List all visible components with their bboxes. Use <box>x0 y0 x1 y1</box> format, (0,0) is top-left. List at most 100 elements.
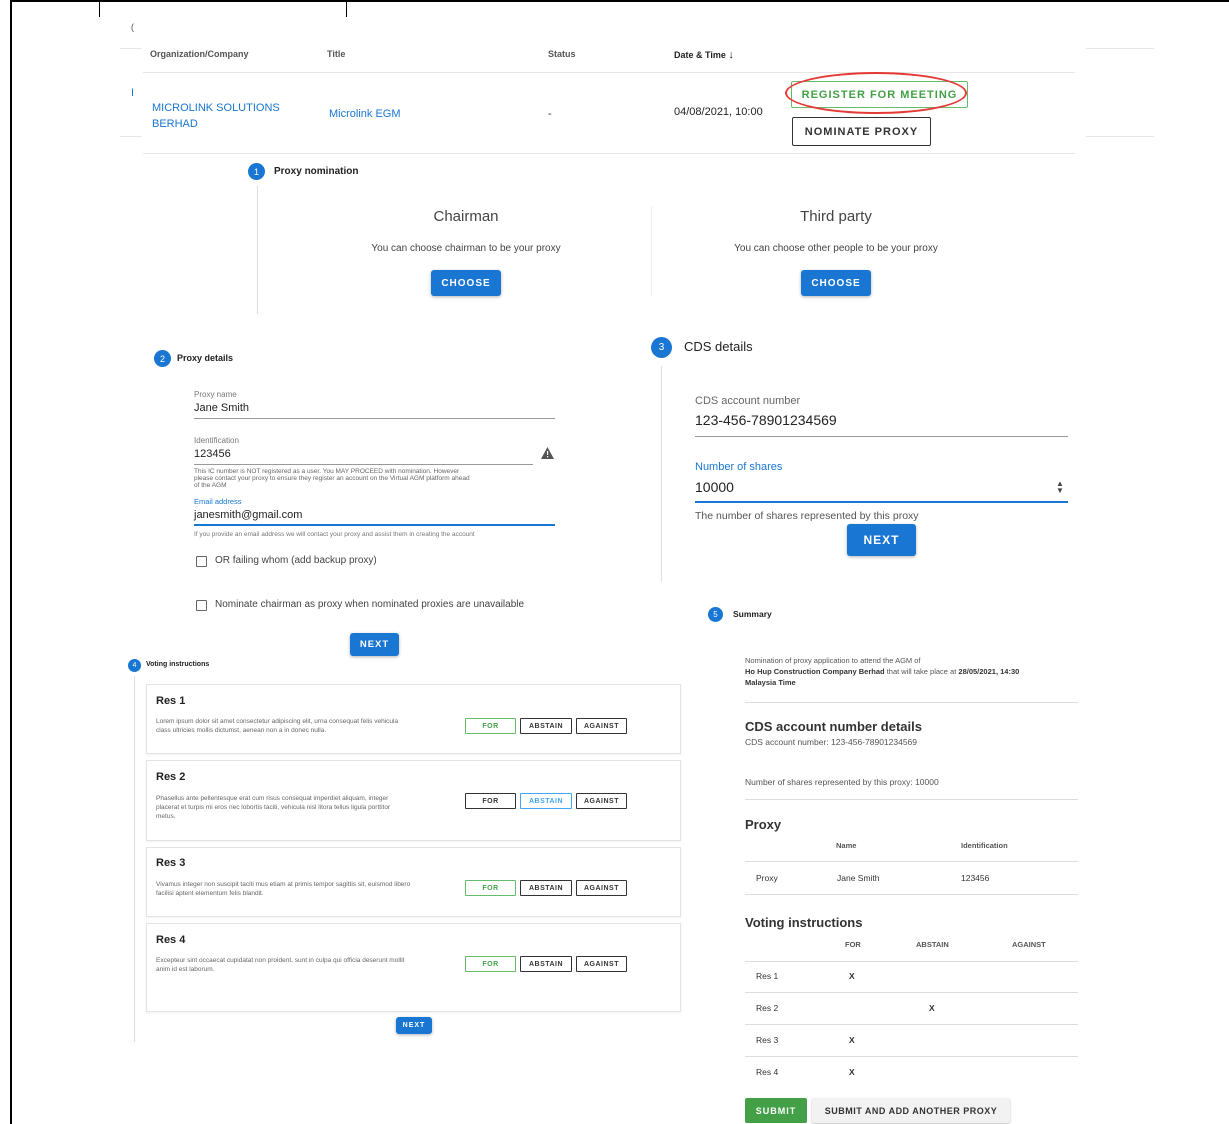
identification-input[interactable]: 123456 <box>194 448 231 460</box>
nominate-proxy-button[interactable]: NOMINATE PROXY <box>792 117 931 146</box>
third-party-desc: You can choose other people to be your p… <box>734 243 938 254</box>
shares-help: The number of shares represented by this… <box>695 510 919 522</box>
vote-abstain-button[interactable]: ABSTAIN <box>520 956 572 972</box>
divider <box>143 72 1075 73</box>
input-underline <box>695 436 1068 437</box>
shares-line: Number of shares represented by this pro… <box>745 777 939 787</box>
divider <box>745 992 1078 993</box>
step-4-circle: 4 <box>128 659 141 672</box>
vote-against-button[interactable]: AGAINST <box>576 793 627 809</box>
email-label: Email address <box>194 497 242 506</box>
org-name-line: MICROLINK SOLUTIONS <box>152 102 280 114</box>
input-underline-focused <box>695 501 1068 503</box>
divider <box>1086 48 1154 49</box>
vote-for-button[interactable]: FOR <box>465 880 516 896</box>
step-connector <box>257 186 258 314</box>
status-value: - <box>548 108 552 120</box>
step-3-label: CDS details <box>684 339 753 354</box>
vote-abstain-button[interactable]: ABSTAIN <box>520 718 572 734</box>
vote-for-button[interactable]: FOR <box>465 956 516 972</box>
frame-divider <box>346 0 347 17</box>
vote-mark: X <box>849 1035 855 1045</box>
col-header-title: Title <box>327 49 346 59</box>
cds-details-heading: CDS account number details <box>745 719 922 734</box>
frame-divider <box>99 0 100 17</box>
email-help: If you provide an email address we will … <box>194 531 475 538</box>
vote-col-abstain: ABSTAIN <box>916 940 949 949</box>
submit-and-add-proxy-button[interactable]: SUBMIT AND ADD ANOTHER PROXY <box>812 1098 1010 1123</box>
third-party-title: Third party <box>800 208 872 225</box>
annotation-ellipse <box>785 72 967 114</box>
step-2-next-button[interactable]: NEXT <box>350 633 399 656</box>
chairman-desc: You can choose chairman to be your proxy <box>371 243 561 254</box>
vote-mark: X <box>849 1067 855 1077</box>
divider <box>745 861 1078 862</box>
nominate-chairman-checkbox[interactable] <box>196 600 207 611</box>
vote-abstain-button[interactable]: ABSTAIN <box>520 880 572 896</box>
vote-mark: X <box>929 1003 935 1013</box>
voting-heading: Voting instructions <box>745 915 863 930</box>
org-link[interactable]: MICROLINK SOLUTIONS BERHAD <box>152 100 280 132</box>
choose-third-party-button[interactable]: CHOOSE <box>801 270 871 296</box>
divider <box>143 153 1075 154</box>
resolution-title: Res 1 <box>156 695 186 707</box>
resolution-desc: Excepteur sint occaecat cupidatat non pr… <box>156 957 405 973</box>
summary-intro-line: Nomination of proxy application to atten… <box>745 656 921 665</box>
proxy-name-label: Proxy name <box>194 390 237 399</box>
meeting-datetime: 04/08/2021, 10:00 <box>674 106 763 118</box>
left-fragment: ( <box>131 22 134 32</box>
email-input[interactable]: janesmith@gmail.com <box>194 509 302 521</box>
col-header-status: Status <box>548 49 576 59</box>
vote-for-button[interactable]: FOR <box>465 718 516 734</box>
backup-proxy-checkbox[interactable] <box>196 556 207 567</box>
warning-line: please contact your proxy to ensure they… <box>194 475 470 482</box>
vote-res: Res 4 <box>756 1067 779 1077</box>
vote-against-button[interactable]: AGAINST <box>576 880 627 896</box>
resolution-title: Res 4 <box>156 934 186 946</box>
divider <box>120 48 142 49</box>
warning-line: This IC number is NOT registered as a us… <box>194 468 460 475</box>
vote-col-for: FOR <box>845 940 861 949</box>
meeting-date: 28/05/2021, 14:30 <box>958 667 1020 676</box>
input-underline-focused <box>194 524 555 526</box>
choose-chairman-button[interactable]: CHOOSE <box>431 270 501 296</box>
warning-line: of the AGM <box>194 482 227 489</box>
proxy-col-name: Name <box>836 841 857 850</box>
col-header-datetime[interactable]: Date & Time ↓ <box>674 49 734 61</box>
proxy-name-input[interactable]: Jane Smith <box>194 402 249 414</box>
identification-warning: This IC number is NOT registered as a us… <box>194 468 470 489</box>
submit-button[interactable]: SUBMIT <box>745 1098 807 1123</box>
vote-abstain-button[interactable]: ABSTAIN <box>520 793 572 809</box>
divider <box>745 894 1078 895</box>
proxy-heading: Proxy <box>745 817 782 832</box>
timezone: Malaysia Time <box>745 678 796 687</box>
proxy-ident: 123456 <box>961 873 990 883</box>
col-header-org: Organization/Company <box>150 49 249 59</box>
input-underline <box>194 418 555 419</box>
vote-res: Res 1 <box>756 971 779 981</box>
cds-account-input[interactable]: 123-456-78901234569 <box>695 412 837 428</box>
step-2-label: Proxy details <box>177 353 234 363</box>
vote-for-button[interactable]: FOR <box>465 793 516 809</box>
vote-against-button[interactable]: AGAINST <box>576 718 627 734</box>
step-1-label: Proxy nomination <box>274 166 359 177</box>
divider <box>745 799 1078 800</box>
company-name: Ho Hup Construction Company Berhad <box>745 667 885 676</box>
shares-input[interactable]: 10000 <box>695 479 734 495</box>
vote-against-button[interactable]: AGAINST <box>576 956 627 972</box>
step-4-label: Voting instructions <box>146 661 210 668</box>
summary-intro-line: Ho Hup Construction Company Berhad that … <box>745 666 1065 677</box>
vote-res: Res 3 <box>756 1035 779 1045</box>
proxy-col-ident: Identification <box>961 841 1008 850</box>
step-3-next-button[interactable]: NEXT <box>847 524 916 556</box>
option-divider <box>651 206 652 296</box>
vote-res: Res 2 <box>756 1003 779 1013</box>
stepper-arrows-icon[interactable]: ▲ ▼ <box>1056 480 1064 495</box>
step-4-next-button[interactable]: NEXT <box>396 1017 432 1034</box>
sort-down-icon: ↓ <box>728 49 734 61</box>
col-header-datetime-label: Date & Time <box>674 50 726 60</box>
step-connector <box>661 366 662 582</box>
vote-mark: X <box>849 971 855 981</box>
meeting-title-link[interactable]: Microlink EGM <box>329 108 401 120</box>
resolution-desc: Phasellus ante pellentesque erat cum ris… <box>156 795 391 820</box>
